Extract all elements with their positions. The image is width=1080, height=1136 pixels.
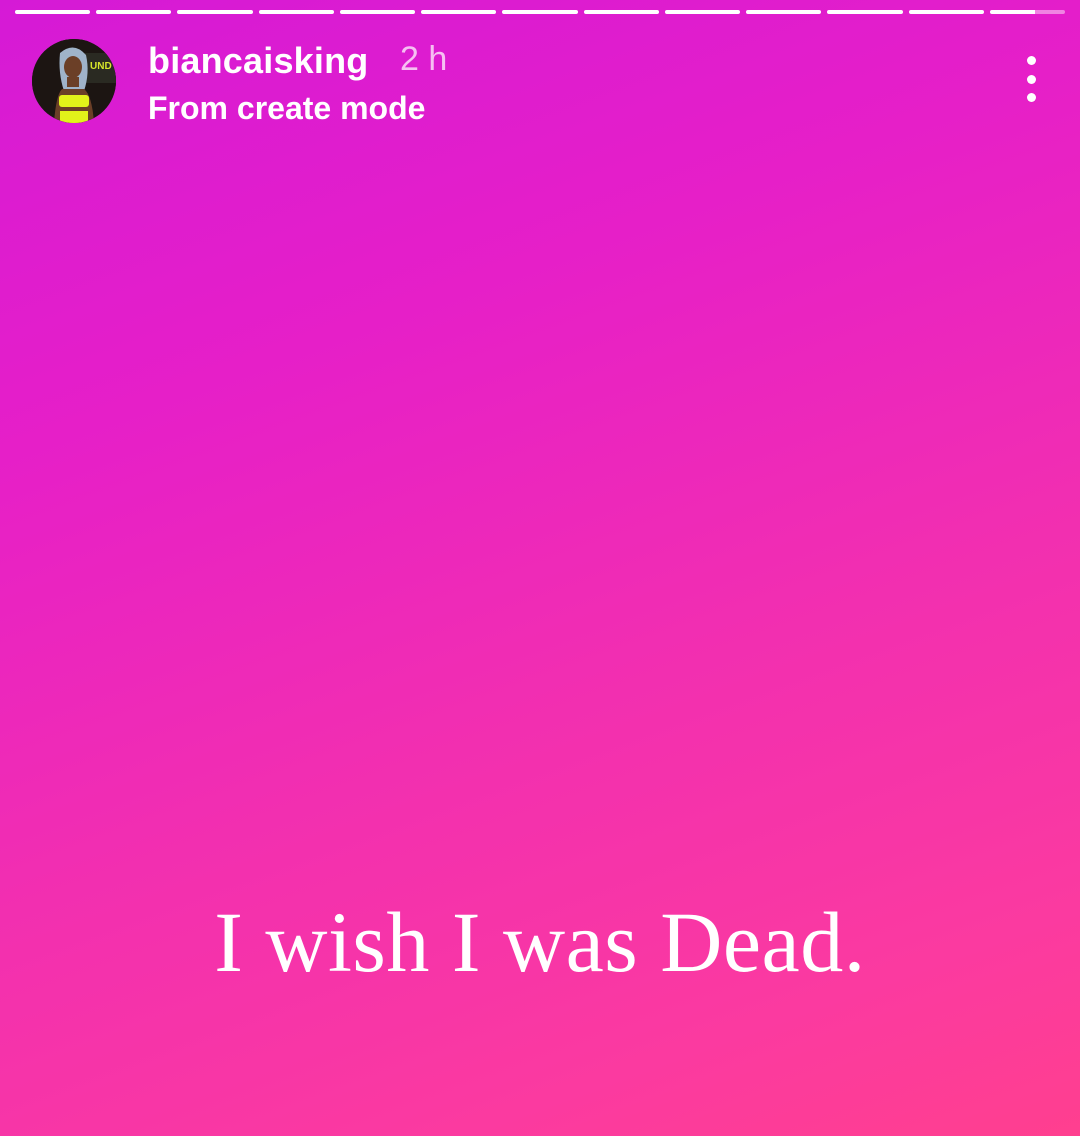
progress-segment bbox=[583, 10, 659, 14]
progress-segment bbox=[15, 10, 91, 14]
progress-segment bbox=[339, 10, 416, 14]
progress-segment bbox=[177, 10, 253, 14]
progress-segment bbox=[664, 10, 741, 14]
progress-segment-current bbox=[989, 10, 1066, 14]
progress-segment bbox=[502, 10, 578, 14]
more-dot bbox=[1026, 74, 1036, 84]
post-time: 2 h bbox=[400, 40, 448, 78]
story-caption: I wish I was Dead. bbox=[214, 894, 866, 990]
story-viewer[interactable]: UND RVT biancaisking 2 h From create mod… bbox=[0, 0, 1080, 1136]
story-header: UND RVT biancaisking 2 h From create mod… bbox=[32, 38, 1048, 128]
progress-segment bbox=[908, 10, 984, 14]
avatar-logo-text: UND RVT bbox=[90, 61, 116, 72]
story-subtitle: From create mode bbox=[148, 90, 426, 126]
avatar-image: UND RVT bbox=[32, 39, 116, 123]
more-vertical-icon[interactable] bbox=[1014, 56, 1048, 102]
progress-segment bbox=[827, 10, 903, 14]
avatar[interactable]: UND RVT bbox=[32, 39, 116, 123]
progress-segment bbox=[96, 10, 172, 14]
story-progress-bar bbox=[15, 10, 1066, 15]
progress-segment bbox=[746, 10, 822, 14]
more-dot bbox=[1026, 93, 1036, 102]
progress-segment bbox=[258, 10, 334, 14]
username[interactable]: biancaisking bbox=[148, 40, 368, 82]
more-dot bbox=[1026, 56, 1036, 65]
progress-segment bbox=[421, 10, 497, 14]
